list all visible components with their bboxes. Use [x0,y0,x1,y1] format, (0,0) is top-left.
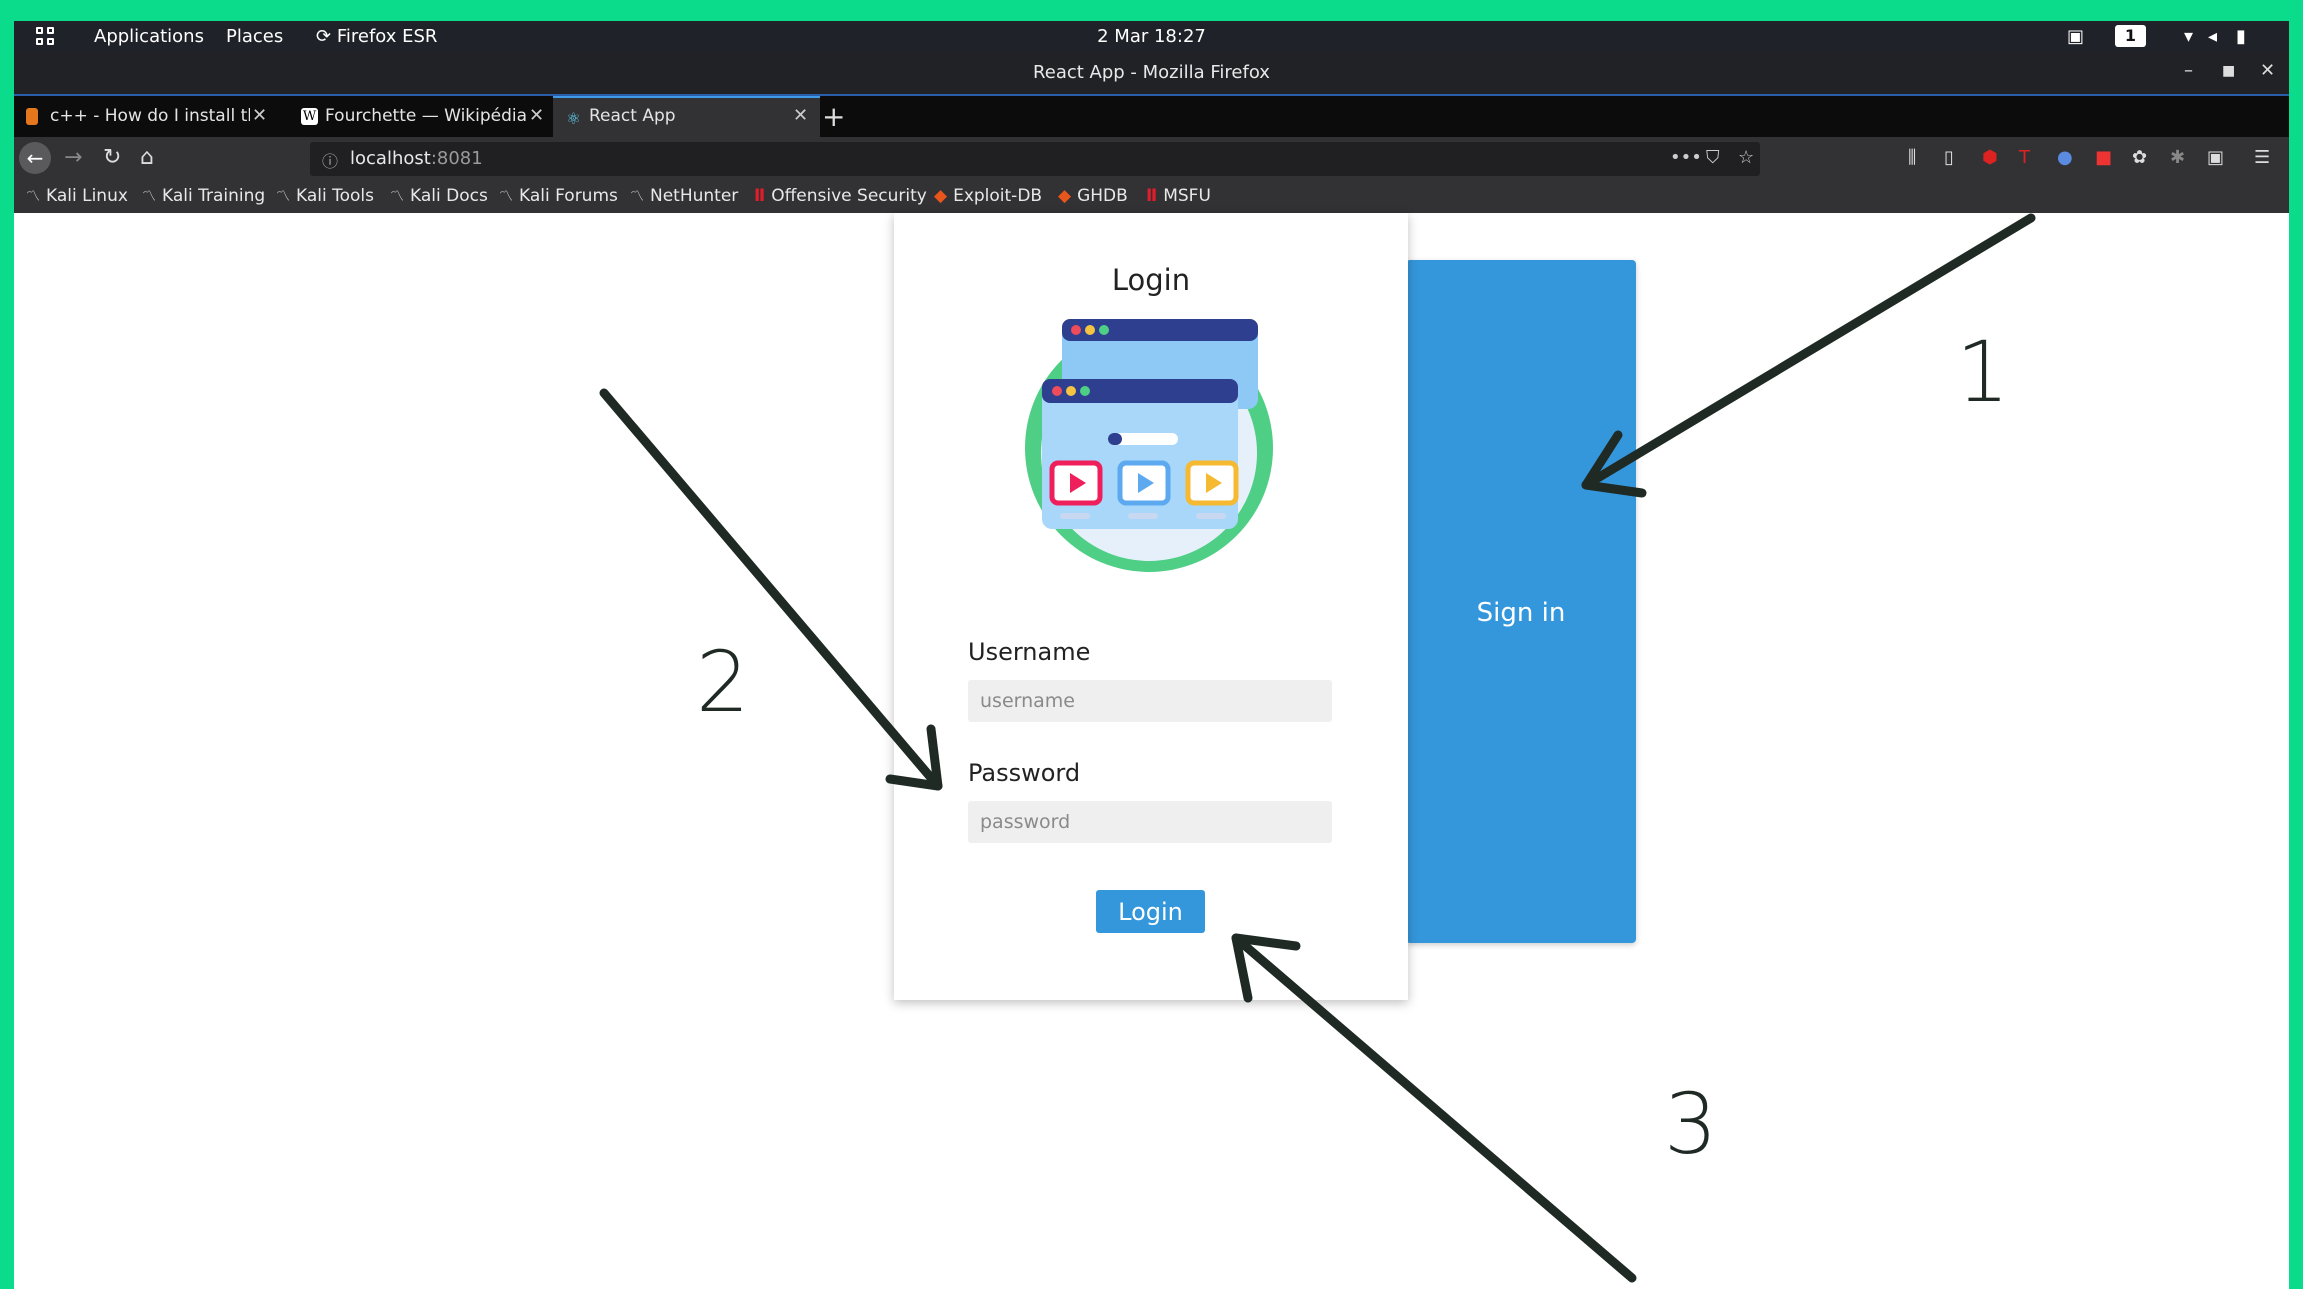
tab-label: Fourchette — Wikipédia [325,106,528,126]
wikipedia-icon: W [301,108,318,125]
kali-dragon-icon: 〽 [390,189,404,205]
annotation-number-3: 3 [1664,1075,1718,1173]
battery-icon[interactable]: ▮ [2236,26,2246,47]
kali-dragon-icon: 〽 [499,189,513,205]
tab-stackoverflow[interactable]: c++ - How do I install the ✕ [14,96,276,137]
site-info-icon[interactable]: ⓘ [322,148,338,172]
react-icon: ⚛ [566,109,581,128]
close-tab-icon[interactable]: ✕ [529,105,544,126]
forward-button[interactable]: → [64,145,82,170]
close-tab-icon[interactable]: ✕ [252,105,267,126]
page-actions-icon[interactable]: ••• [1670,147,1702,168]
minimize-icon[interactable]: – [2184,60,2193,81]
extension-s-icon[interactable]: ▣ [2207,147,2224,168]
bookmark-kali-training[interactable]: 〽 Kali Training [142,186,265,206]
tab-label: React App [589,106,676,126]
page-content: Sign in Login Username username Password… [14,213,2289,1289]
desktop-screen: Applications Places ⟳ Firefox ESR 2 Mar … [14,21,2289,1289]
bookmark-nethunter[interactable]: 〽 NetHunter [630,186,738,206]
sidebar-icon[interactable]: ▯ [1944,147,1954,168]
extension-gray-icon[interactable]: ✱ [2170,147,2185,168]
window-title: React App - Mozilla Firefox [1033,62,1270,83]
extension-red-icon[interactable]: ■ [2095,147,2112,168]
extension-blue-icon[interactable]: ● [2057,147,2073,168]
maximize-icon[interactable]: ■ [2222,63,2235,79]
bookmark-offensive-security[interactable]: Ⅱ Offensive Security [754,186,927,206]
bookmarks-toolbar: 〽 Kali Linux 〽 Kali Training 〽 Kali Tools 〽… [14,181,2289,213]
translate-icon[interactable]: T [2019,147,2030,168]
annotation-arrows [599,213,2036,1283]
bookmark-exploit-db[interactable]: ◆ Exploit-DB [934,186,1042,206]
kali-dragon-icon: 〽 [276,189,290,205]
msfu-icon: Ⅱ [1146,186,1158,206]
bookmark-star-icon[interactable]: ☆ [1738,147,1754,168]
close-window-icon[interactable]: ✕ [2260,60,2275,81]
new-tab-button[interactable]: + [822,100,845,133]
tab-strip: c++ - How do I install the ✕ W Fourchett… [14,96,2289,137]
annotation-number-1: 1 [1956,323,2010,421]
clock[interactable]: 2 Mar 18:27 [14,26,2289,47]
workspace-indicator[interactable]: 1 [2115,25,2146,47]
ghdb-icon: ◆ [1058,186,1072,206]
address-bar[interactable]: ⓘ localhost:8081 ••• ⛉ ☆ [310,142,1760,176]
stackoverflow-icon [26,108,38,125]
kali-dragon-icon: 〽 [26,189,40,205]
volume-icon[interactable]: ◂ [2208,26,2217,47]
annotation-arrow-3 [1231,933,1637,1283]
bookmark-ghdb[interactable]: ◆ GHDB [1058,186,1128,206]
exploit-db-icon: ◆ [934,186,948,206]
library-icon[interactable]: ⫼ [1908,147,1916,168]
home-button[interactable]: ⌂ [140,145,154,170]
wifi-icon[interactable]: ▾ [2184,26,2193,47]
tab-react-app[interactable]: ⚛ React App ✕ [553,96,820,137]
hamburger-menu-icon[interactable]: ☰ [2254,147,2270,168]
tab-label: c++ - How do I install the [50,106,250,126]
window-title-bar: React App - Mozilla Firefox – ■ ✕ [14,52,2289,96]
url-text[interactable]: localhost:8081 [350,148,483,169]
bookmark-kali-linux[interactable]: 〽 Kali Linux [26,186,128,206]
screencast-icon[interactable]: ▣ [2067,26,2084,47]
bookmark-kali-forums[interactable]: 〽 Kali Forums [499,186,618,206]
adblock-icon[interactable]: ⬢ [1982,147,1998,168]
cookie-icon[interactable]: ✿ [2132,147,2147,168]
system-top-bar: Applications Places ⟳ Firefox ESR 2 Mar … [14,21,2289,52]
bookmark-kali-tools[interactable]: 〽 Kali Tools [276,186,374,206]
bookmark-msfu[interactable]: Ⅱ MSFU [1146,186,1211,206]
close-tab-icon[interactable]: ✕ [793,105,808,126]
back-button[interactable]: ← [19,142,51,174]
offsec-icon: Ⅱ [754,186,766,206]
tab-wikipedia[interactable]: W Fourchette — Wikipédia ✕ [289,96,555,137]
bookmark-kali-docs[interactable]: 〽 Kali Docs [390,186,488,206]
annotation-arrow-2 [599,388,943,791]
kali-dragon-icon: 〽 [142,189,156,205]
pocket-icon[interactable]: ⛉ [1706,147,1720,168]
annotation-number-2: 2 [696,633,750,731]
reload-button[interactable]: ↻ [103,145,121,170]
navigation-toolbar: ← → ↻ ⌂ ⓘ localhost:8081 ••• ⛉ ☆ ⫼ ▯ ⬢ T… [14,137,2289,181]
kali-dragon-icon: 〽 [630,189,644,205]
